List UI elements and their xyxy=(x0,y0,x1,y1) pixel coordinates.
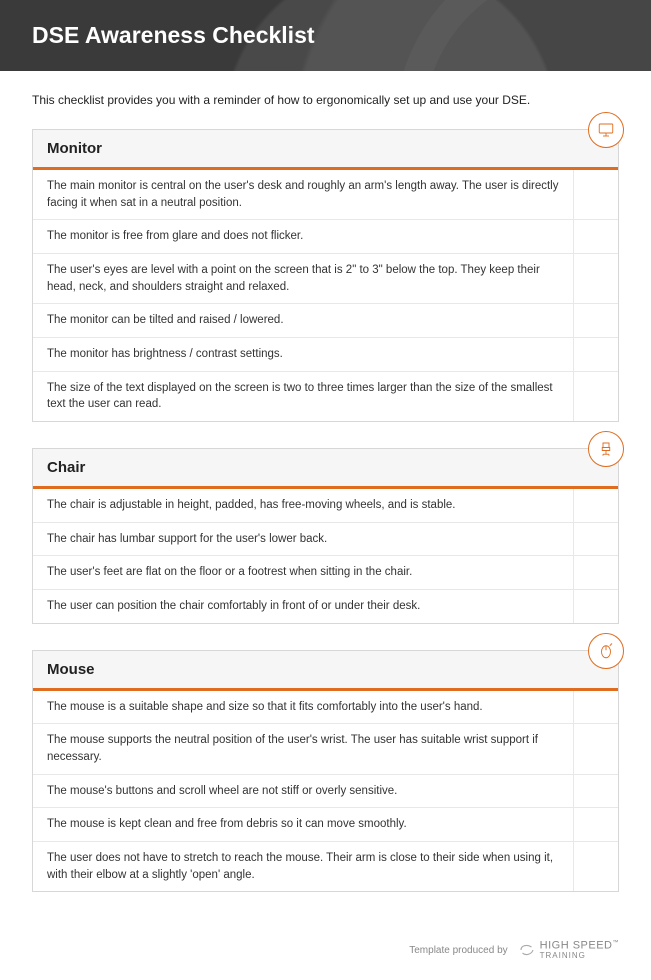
checklist-text: The chair has lumbar support for the use… xyxy=(33,523,574,556)
chair-icon xyxy=(588,431,624,467)
page-title: DSE Awareness Checklist xyxy=(32,22,619,49)
checkbox-cell[interactable] xyxy=(574,338,618,371)
checklist-text: The user's eyes are level with a point o… xyxy=(33,254,574,303)
checklist-row: The size of the text displayed on the sc… xyxy=(33,371,618,421)
checklist-text: The mouse supports the neutral position … xyxy=(33,724,574,773)
checklist-text: The size of the text displayed on the sc… xyxy=(33,372,574,421)
checklist-text: The chair is adjustable in height, padde… xyxy=(33,489,574,522)
checklist-text: The user's feet are flat on the floor or… xyxy=(33,556,574,589)
checkbox-cell[interactable] xyxy=(574,170,618,219)
checklist-row: The monitor is free from glare and does … xyxy=(33,219,618,253)
checklist-row: The user can position the chair comforta… xyxy=(33,589,618,623)
checklist-row: The user's eyes are level with a point o… xyxy=(33,253,618,303)
checkbox-cell[interactable] xyxy=(574,724,618,773)
checklist-text: The user can position the chair comforta… xyxy=(33,590,574,623)
checklist-text: The main monitor is central on the user'… xyxy=(33,170,574,219)
footer-produced-text: Template produced by xyxy=(409,945,507,956)
checklist-text: The mouse is a suitable shape and size s… xyxy=(33,691,574,724)
section-title: Mouse xyxy=(47,661,604,678)
checklist-row: The monitor can be tilted and raised / l… xyxy=(33,303,618,337)
checklist-row: The mouse supports the neutral position … xyxy=(33,723,618,773)
checklist-row: The user does not have to stretch to rea… xyxy=(33,841,618,891)
checklist-row: The monitor has brightness / contrast se… xyxy=(33,337,618,371)
checkbox-cell[interactable] xyxy=(574,523,618,556)
footer-logo-text: HIGH SPEED™ TRAINING xyxy=(540,940,619,960)
checklist-text: The monitor has brightness / contrast se… xyxy=(33,338,574,371)
footer-logo: HIGH SPEED™ TRAINING xyxy=(518,940,619,960)
checkbox-cell[interactable] xyxy=(574,808,618,841)
monitor-icon xyxy=(588,112,624,148)
checklist-row: The user's feet are flat on the floor or… xyxy=(33,555,618,589)
page-content: This checklist provides you with a remin… xyxy=(0,71,651,930)
page-footer: Template produced by HIGH SPEED™ TRAININ… xyxy=(0,930,651,980)
checklist-row: The mouse is kept clean and free from de… xyxy=(33,807,618,841)
checkbox-cell[interactable] xyxy=(574,220,618,253)
page-header: DSE Awareness Checklist xyxy=(0,0,651,71)
checkbox-cell[interactable] xyxy=(574,842,618,891)
checklist-row: The chair is adjustable in height, padde… xyxy=(33,489,618,522)
section-chair: Chair The chair is adjustable in height,… xyxy=(32,448,619,624)
section-mouse: Mouse The mouse is a suitable shape and … xyxy=(32,650,619,893)
section-header-mouse: Mouse xyxy=(33,651,618,691)
checklist-text: The user does not have to stretch to rea… xyxy=(33,842,574,891)
checklist-text: The mouse's buttons and scroll wheel are… xyxy=(33,775,574,808)
brand-top: HIGH SPEED xyxy=(540,940,613,952)
section-header-monitor: Monitor xyxy=(33,130,618,170)
checkbox-cell[interactable] xyxy=(574,691,618,724)
checklist-text: The monitor can be tilted and raised / l… xyxy=(33,304,574,337)
checkbox-cell[interactable] xyxy=(574,590,618,623)
checkbox-cell[interactable] xyxy=(574,556,618,589)
section-title: Chair xyxy=(47,459,604,476)
checklist-text: The monitor is free from glare and does … xyxy=(33,220,574,253)
checkbox-cell[interactable] xyxy=(574,254,618,303)
checklist-row: The mouse is a suitable shape and size s… xyxy=(33,691,618,724)
mouse-icon xyxy=(588,633,624,669)
section-title: Monitor xyxy=(47,140,604,157)
checklist-row: The main monitor is central on the user'… xyxy=(33,170,618,219)
brand-bottom: TRAINING xyxy=(540,952,619,960)
section-monitor: Monitor The main monitor is central on t… xyxy=(32,129,619,422)
section-header-chair: Chair xyxy=(33,449,618,489)
checkbox-cell[interactable] xyxy=(574,775,618,808)
checklist-text: The mouse is kept clean and free from de… xyxy=(33,808,574,841)
checkbox-cell[interactable] xyxy=(574,372,618,421)
checklist-row: The chair has lumbar support for the use… xyxy=(33,522,618,556)
logo-swirl-icon xyxy=(518,941,536,959)
checklist-row: The mouse's buttons and scroll wheel are… xyxy=(33,774,618,808)
intro-text: This checklist provides you with a remin… xyxy=(32,93,619,107)
checkbox-cell[interactable] xyxy=(574,489,618,522)
checkbox-cell[interactable] xyxy=(574,304,618,337)
